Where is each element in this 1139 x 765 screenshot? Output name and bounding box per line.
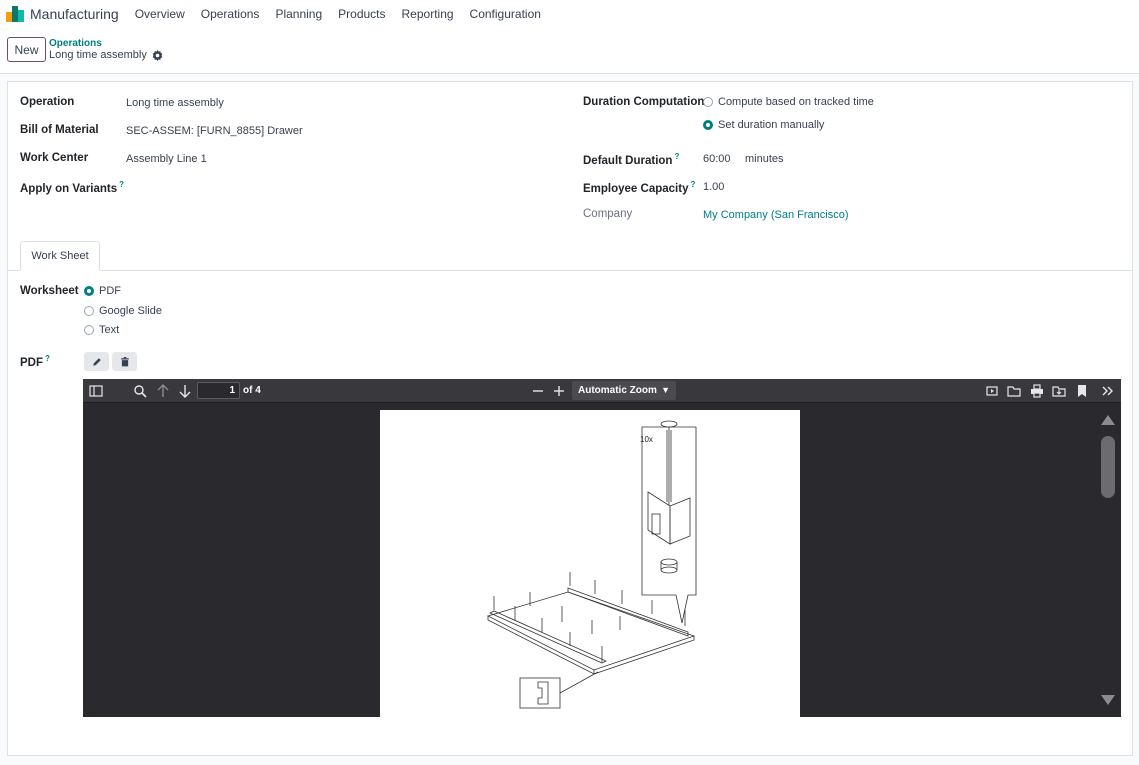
assembly-drawing: 10x — [486, 420, 697, 709]
workcenter-field[interactable]: Assembly Line 1 — [126, 153, 207, 165]
tab-work-sheet[interactable]: Work Sheet — [20, 241, 100, 271]
default-duration-unit: minutes — [745, 153, 784, 165]
bookmark-icon[interactable] — [1075, 384, 1089, 398]
default-duration-label-text: Default Duration — [583, 154, 673, 167]
variants-label: Apply on Variants? — [20, 180, 124, 195]
gear-icon[interactable] — [152, 49, 163, 61]
page-total: of 4 — [243, 385, 261, 396]
radio-worksheet-google-slide[interactable] — [84, 306, 94, 316]
radio-tracked-time[interactable] — [703, 97, 713, 107]
default-duration-field[interactable]: 60:00 — [703, 153, 731, 165]
help-tooltip-icon[interactable]: ? — [45, 354, 50, 363]
bom-field[interactable]: SEC-ASSEM: [FURN_8855] Drawer — [126, 125, 303, 137]
print-icon[interactable] — [1030, 384, 1044, 398]
control-panel: New Operations Long time assembly — [0, 28, 1139, 74]
edit-pdf-button[interactable] — [84, 352, 109, 371]
open-file-icon[interactable] — [1007, 384, 1021, 398]
menu-products[interactable]: Products — [330, 7, 393, 21]
zoom-select-value: Automatic Zoom — [578, 385, 657, 396]
tab-divider — [8, 270, 1132, 271]
zoom-out-icon[interactable] — [531, 384, 545, 398]
manufacturing-app-icon[interactable] — [6, 6, 26, 22]
pdf-viewer[interactable]: 1 of 4 Automatic Zoom ▼ 10x — [83, 379, 1121, 717]
help-tooltip-icon[interactable]: ? — [690, 180, 695, 189]
breadcrumb-current: Long time assembly — [49, 49, 163, 61]
download-icon[interactable] — [1052, 384, 1066, 398]
capacity-label-text: Employee Capacity — [583, 182, 689, 195]
zoom-select[interactable]: Automatic Zoom ▼ — [572, 381, 676, 400]
form-sheet: Operation Long time assembly Bill of Mat… — [7, 81, 1133, 756]
radio-worksheet-pdf-label[interactable]: PDF — [99, 285, 121, 297]
pdf-page: 10x — [380, 410, 800, 717]
operation-field[interactable]: Long time assembly — [126, 97, 224, 109]
tools-menu-icon[interactable] — [1101, 384, 1115, 398]
menu-operations[interactable]: Operations — [193, 7, 268, 21]
top-navbar: Manufacturing Overview Operations Planni… — [0, 0, 1139, 28]
radio-manual-duration-label[interactable]: Set duration manually — [718, 119, 824, 131]
pencil-icon — [92, 357, 101, 366]
menu-overview[interactable]: Overview — [127, 7, 193, 21]
menu-planning[interactable]: Planning — [267, 7, 330, 21]
bom-label: Bill of Material — [20, 124, 99, 136]
capacity-label: Employee Capacity? — [583, 180, 695, 195]
search-icon[interactable] — [133, 384, 147, 398]
scroll-up-arrow-icon[interactable] — [1101, 415, 1115, 425]
zoom-in-icon[interactable] — [552, 384, 566, 398]
scroll-down-arrow-icon[interactable] — [1101, 695, 1115, 705]
scrollbar-thumb[interactable] — [1101, 436, 1115, 498]
help-tooltip-icon[interactable]: ? — [119, 180, 124, 189]
menu-reporting[interactable]: Reporting — [394, 7, 462, 21]
pdf-viewer-toolbar: 1 of 4 Automatic Zoom ▼ — [83, 379, 1121, 403]
page-number-input[interactable]: 1 — [197, 382, 240, 399]
breadcrumb-current-label: Long time assembly — [49, 49, 147, 61]
default-duration-label: Default Duration? — [583, 152, 679, 167]
pdf-label-text: PDF — [20, 356, 43, 369]
arrow-down-icon[interactable] — [178, 384, 192, 398]
breadcrumb-operations[interactable]: Operations — [49, 38, 102, 49]
radio-worksheet-text[interactable] — [84, 325, 94, 335]
radio-manual-duration[interactable] — [703, 120, 713, 130]
sidebar-toggle-icon[interactable] — [89, 384, 103, 398]
company-field[interactable]: My Company (San Francisco) — [703, 209, 849, 221]
menu-configuration[interactable]: Configuration — [462, 7, 549, 21]
worksheet-label: Worksheet — [20, 285, 79, 297]
trash-icon — [120, 356, 129, 366]
company-label: Company — [583, 208, 633, 220]
operation-label: Operation — [20, 96, 75, 108]
variants-label-text: Apply on Variants — [20, 182, 118, 195]
drawing-quantity-label: 10x — [640, 435, 653, 444]
radio-worksheet-pdf[interactable] — [84, 286, 94, 296]
capacity-field[interactable]: 1.00 — [703, 181, 724, 193]
duration-computation-label: Duration Computation — [583, 96, 705, 108]
arrow-up-icon[interactable] — [156, 384, 170, 398]
workcenter-label: Work Center — [20, 152, 89, 164]
delete-pdf-button[interactable] — [112, 352, 137, 371]
new-button[interactable]: New — [7, 37, 46, 62]
radio-tracked-time-label[interactable]: Compute based on tracked time — [718, 96, 874, 108]
help-tooltip-icon[interactable]: ? — [674, 152, 679, 161]
presentation-mode-icon[interactable] — [985, 384, 999, 398]
chevron-down-icon: ▼ — [661, 385, 670, 395]
pdf-label: PDF? — [20, 354, 50, 369]
radio-worksheet-google-slide-label[interactable]: Google Slide — [99, 305, 162, 317]
app-brand[interactable]: Manufacturing — [30, 6, 119, 22]
radio-worksheet-text-label[interactable]: Text — [99, 324, 119, 336]
